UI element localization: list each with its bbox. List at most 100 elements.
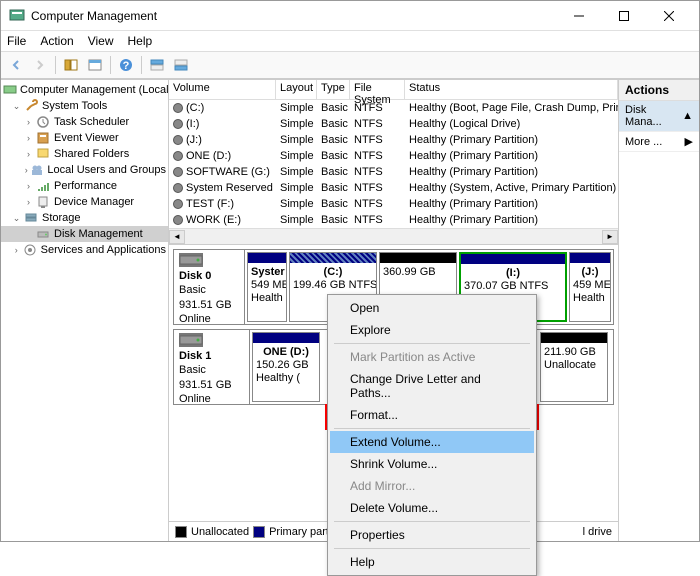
chevron-down-icon[interactable]: ⌄ xyxy=(11,101,22,112)
services-icon xyxy=(22,242,37,258)
volume-row[interactable]: WORK (E:)SimpleBasicNTFSHealthy (Primary… xyxy=(169,212,618,228)
volume-icon xyxy=(173,183,183,193)
partition-box[interactable]: Syster549 MEHealth xyxy=(247,252,287,322)
actions-item1-label: Disk Mana... xyxy=(625,104,682,128)
volume-icon xyxy=(173,151,183,161)
partition-header xyxy=(290,253,376,263)
back-button[interactable] xyxy=(5,54,27,76)
disk-info[interactable]: Disk 1Basic931.51 GBOnline xyxy=(174,330,250,404)
cm-help[interactable]: Help xyxy=(330,551,534,573)
legend-logical-label: l drive xyxy=(583,526,612,538)
window-title: Computer Management xyxy=(31,9,556,23)
tree-item-shared-folders[interactable]: › Shared Folders xyxy=(1,146,168,162)
chevron-right-icon[interactable]: › xyxy=(11,245,21,256)
disk-info[interactable]: Disk 0Basic931.51 GBOnline xyxy=(174,250,245,324)
partition-info: (J:)459 MEHealth xyxy=(570,263,610,321)
tree-services[interactable]: › Services and Applications xyxy=(1,242,168,258)
chevron-right-icon[interactable]: › xyxy=(23,181,34,192)
context-menu[interactable]: Open Explore Mark Partition as Active Ch… xyxy=(327,294,537,576)
col-status[interactable]: Status xyxy=(405,80,618,99)
col-filesystem[interactable]: File System xyxy=(350,80,405,99)
menu-view[interactable]: View xyxy=(88,34,114,48)
menu-file[interactable]: File xyxy=(7,34,26,48)
volume-row[interactable]: (J:)SimpleBasicNTFSHealthy (Primary Part… xyxy=(169,132,618,148)
view-top-button[interactable] xyxy=(146,54,168,76)
tree-systools-label: System Tools xyxy=(42,100,107,112)
cm-delete-volume[interactable]: Delete Volume... xyxy=(330,497,534,519)
partition-header xyxy=(380,253,456,263)
tree-pane[interactable]: Computer Management (Local ⌄ System Tool… xyxy=(1,80,169,541)
volume-row[interactable]: ONE (D:)SimpleBasicNTFSHealthy (Primary … xyxy=(169,148,618,164)
actions-disk-management[interactable]: Disk Mana... ▲ xyxy=(619,101,699,132)
volume-scrollbar[interactable]: ◄ ► xyxy=(169,228,618,244)
item-icon xyxy=(30,162,44,178)
menubar: File Action View Help xyxy=(1,31,699,51)
close-button[interactable] xyxy=(646,1,691,30)
tree-item-label: Shared Folders xyxy=(54,148,129,160)
tree-item-label: Device Manager xyxy=(54,196,134,208)
show-hide-tree-button[interactable] xyxy=(60,54,82,76)
maximize-button[interactable] xyxy=(601,1,646,30)
chevron-right-icon[interactable]: › xyxy=(23,117,34,128)
view-bottom-button[interactable] xyxy=(170,54,192,76)
tree-systools[interactable]: ⌄ System Tools xyxy=(1,98,168,114)
cm-properties[interactable]: Properties xyxy=(330,524,534,546)
tree-item-event-viewer[interactable]: ›Event Viewer xyxy=(1,130,168,146)
scroll-left-button[interactable]: ◄ xyxy=(169,230,185,244)
cm-extend-volume[interactable]: Extend Volume... xyxy=(330,431,534,453)
col-layout[interactable]: Layout xyxy=(276,80,317,99)
minimize-button[interactable] xyxy=(556,1,601,30)
tree-storage[interactable]: ⌄ Storage xyxy=(1,210,168,226)
tree-disk-management[interactable]: Disk Management xyxy=(1,226,168,242)
disk-drive-icon xyxy=(179,253,203,267)
forward-button[interactable] xyxy=(29,54,51,76)
volume-row[interactable]: (C:)SimpleBasicNTFSHealthy (Boot, Page F… xyxy=(169,100,618,116)
scroll-right-button[interactable]: ► xyxy=(602,230,618,244)
volume-header: Volume Layout Type File System Status xyxy=(169,80,618,100)
chevron-right-icon[interactable]: › xyxy=(23,149,34,160)
menu-action[interactable]: Action xyxy=(40,34,73,48)
titlebar: Computer Management xyxy=(1,1,699,31)
tree-disk-management-label: Disk Management xyxy=(54,228,143,240)
partition-header xyxy=(570,253,610,263)
partition-box[interactable]: ONE (D:)150.26 GBHealthy ( xyxy=(252,332,320,402)
volume-list[interactable]: Volume Layout Type File System Status (C… xyxy=(169,80,618,245)
legend-unallocated-label: Unallocated xyxy=(191,526,249,538)
svg-text:?: ? xyxy=(123,60,130,72)
cm-shrink-volume[interactable]: Shrink Volume... xyxy=(330,453,534,475)
chevron-right-icon[interactable]: › xyxy=(23,197,34,208)
volume-row[interactable]: SOFTWARE (G:)SimpleBasicNTFSHealthy (Pri… xyxy=(169,164,618,180)
cm-change-letter[interactable]: Change Drive Letter and Paths... xyxy=(330,368,534,404)
cm-explore[interactable]: Explore xyxy=(330,319,534,341)
chevron-right-icon: ▶ xyxy=(685,135,693,148)
tree-item-local-users-and-groups[interactable]: ›Local Users and Groups xyxy=(1,162,168,178)
tree-item-performance[interactable]: ›Performance xyxy=(1,178,168,194)
cm-add-mirror: Add Mirror... xyxy=(330,475,534,497)
computer-icon xyxy=(3,82,17,98)
tree-item-task-scheduler[interactable]: ›Task Scheduler xyxy=(1,114,168,130)
item-icon xyxy=(35,178,51,194)
chevron-down-icon[interactable]: ⌄ xyxy=(11,213,22,224)
tree-item-device-manager[interactable]: › Device Manager xyxy=(1,194,168,210)
tree-root[interactable]: Computer Management (Local xyxy=(1,82,168,98)
col-volume[interactable]: Volume xyxy=(169,80,276,99)
partition-info: Syster549 MEHealth xyxy=(248,263,286,321)
actions-more[interactable]: More ... ▶ xyxy=(619,132,699,152)
tree-root-label: Computer Management (Local xyxy=(20,84,169,96)
volume-row[interactable]: (I:)SimpleBasicNTFSHealthy (Logical Driv… xyxy=(169,116,618,132)
partition-box[interactable]: (J:)459 MEHealth xyxy=(569,252,611,322)
properties-button[interactable] xyxy=(84,54,106,76)
chevron-right-icon[interactable]: › xyxy=(23,165,29,176)
volume-row[interactable]: System ReservedSimpleBasicNTFSHealthy (S… xyxy=(169,180,618,196)
help-button[interactable]: ? xyxy=(115,54,137,76)
cm-open[interactable]: Open xyxy=(330,297,534,319)
cm-format[interactable]: Format... xyxy=(330,404,534,426)
col-type[interactable]: Type xyxy=(317,80,350,99)
disk-drive-icon xyxy=(179,333,203,347)
chevron-right-icon[interactable]: › xyxy=(23,133,34,144)
tree-storage-label: Storage xyxy=(42,212,81,224)
actions-item2-label: More ... xyxy=(625,136,662,148)
menu-help[interactable]: Help xyxy=(128,34,153,48)
volume-row[interactable]: TEST (F:)SimpleBasicNTFSHealthy (Primary… xyxy=(169,196,618,212)
partition-box[interactable]: 211.90 GBUnallocate xyxy=(540,332,608,402)
